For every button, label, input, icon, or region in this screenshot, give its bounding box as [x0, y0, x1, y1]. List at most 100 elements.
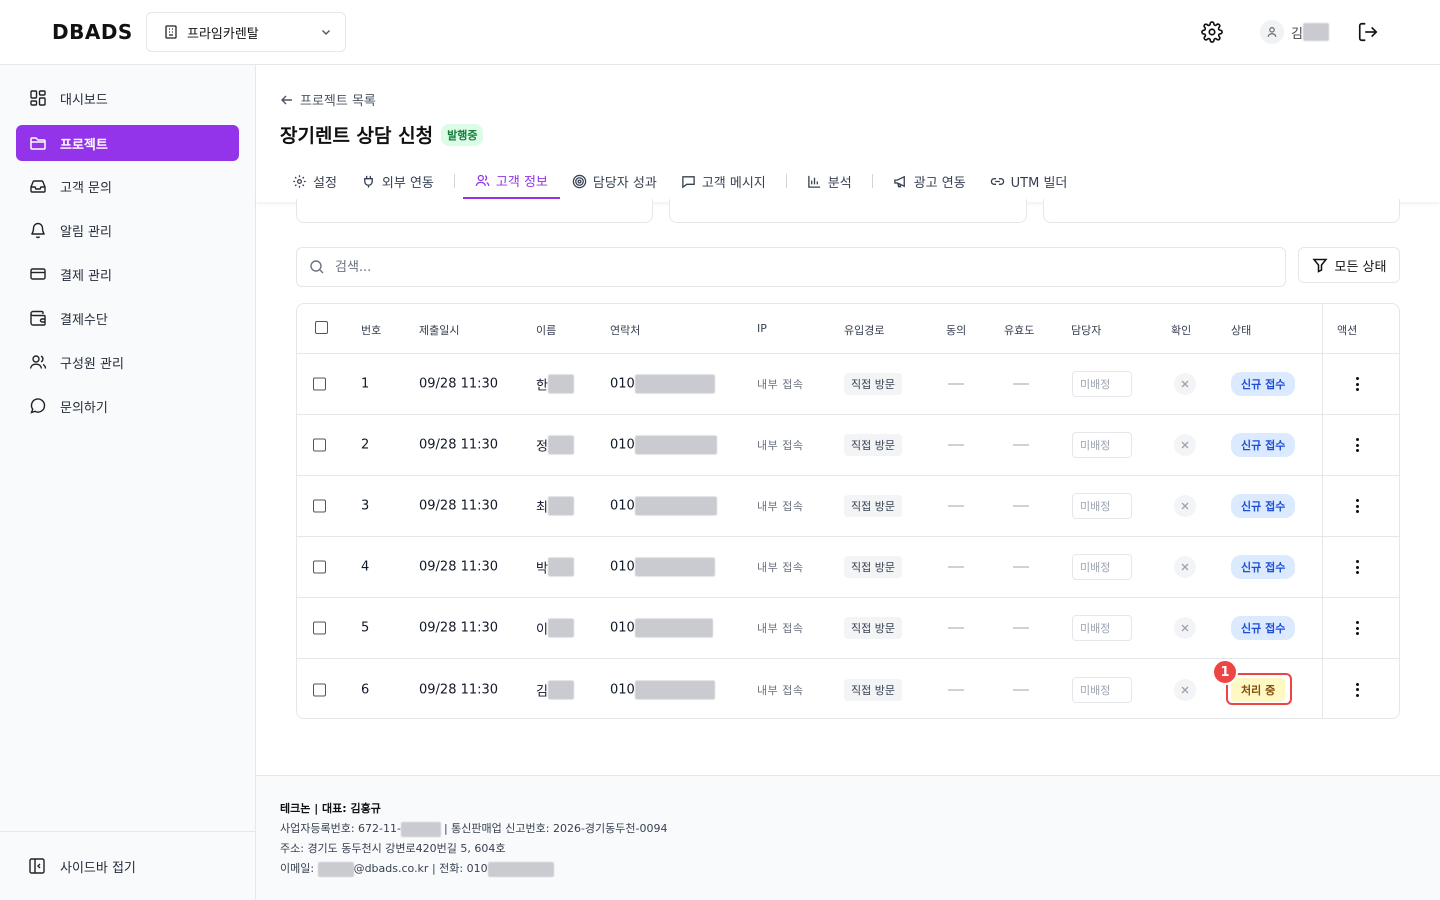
- redacted-text: [547, 496, 574, 516]
- row-checkbox[interactable]: [313, 377, 326, 391]
- tab-staff-performance[interactable]: 담당자 성과: [560, 163, 669, 199]
- table-row[interactable]: 5 09/28 11:30 이 010 내부 접속 직접 방문 미배정 신규 접수: [297, 598, 1399, 659]
- row-check-toggle[interactable]: [1174, 373, 1196, 395]
- more-actions-icon[interactable]: [1355, 377, 1359, 391]
- sidebar-item-customer-inquiry[interactable]: 고객 문의: [16, 168, 239, 204]
- row-assignee-select[interactable]: 미배정: [1072, 554, 1132, 580]
- column-header-status[interactable]: 상태: [1231, 322, 1251, 338]
- row-assignee-select[interactable]: 미배정: [1072, 371, 1132, 397]
- tab-analytics[interactable]: 분석: [795, 163, 864, 199]
- building-icon: [163, 24, 179, 40]
- row-checkbox[interactable]: [313, 621, 326, 635]
- search-input[interactable]: [335, 259, 1235, 275]
- table-row[interactable]: 4 09/28 11:30 박 010 내부 접속 직접 방문 미배정 신규 접수: [297, 537, 1399, 598]
- filter-icon: [1311, 258, 1328, 273]
- more-actions-icon[interactable]: [1355, 621, 1359, 635]
- more-actions-icon[interactable]: [1355, 499, 1359, 513]
- column-header-submitted-at[interactable]: 제출일시: [419, 322, 459, 338]
- app-logo[interactable]: DBADS: [52, 20, 133, 44]
- row-consent-empty: [948, 689, 964, 690]
- name-initial: 박: [536, 561, 548, 577]
- sidebar-item-dashboard[interactable]: 대시보드: [16, 80, 239, 116]
- row-status-badge[interactable]: 신규 접수: [1231, 372, 1296, 396]
- row-status-badge[interactable]: 신규 접수: [1231, 555, 1296, 579]
- row-check-toggle[interactable]: [1174, 678, 1196, 701]
- row-ip: 내부 접속: [757, 622, 804, 635]
- row-source-badge: 직접 방문: [844, 678, 902, 701]
- row-phone: 010: [610, 680, 715, 699]
- back-label: 프로젝트 목록: [300, 94, 376, 109]
- sidebar-item-label: 구성원 관리: [60, 356, 124, 372]
- column-header-validity[interactable]: 유효도: [1004, 322, 1034, 338]
- target-icon: [572, 174, 587, 188]
- table-row[interactable]: 3 09/28 11:30 최 010 내부 접속 직접 방문 미배정 신규 접수: [297, 476, 1399, 537]
- row-checkbox[interactable]: [313, 438, 326, 452]
- sidebar-collapse-button[interactable]: 사이드바 접기: [0, 831, 255, 900]
- column-header-number[interactable]: 번호: [361, 322, 381, 338]
- column-header-consent[interactable]: 동의: [946, 322, 966, 338]
- organization-select[interactable]: 프라임카렌탈: [146, 12, 346, 52]
- more-actions-icon[interactable]: [1355, 682, 1359, 697]
- tab-external-integration[interactable]: 외부 연동: [349, 163, 446, 199]
- sidebar-item-label: 프로젝트: [60, 137, 108, 153]
- name-initial: 이: [536, 622, 548, 638]
- tab-ad-integration[interactable]: 광고 연동: [881, 163, 978, 199]
- more-actions-icon[interactable]: [1355, 560, 1359, 574]
- sidebar-item-projects[interactable]: 프로젝트: [16, 125, 239, 161]
- row-status-badge[interactable]: 신규 접수: [1231, 616, 1296, 640]
- sidebar-item-notifications[interactable]: 알림 관리: [16, 212, 239, 248]
- sidebar: 대시보드 프로젝트 고객 문의 알림 관리 결제 관리 결제수단 구성원 관리 …: [0, 65, 256, 900]
- more-actions-icon[interactable]: [1355, 438, 1359, 452]
- redacted-text: [547, 680, 574, 699]
- tab-customer-messages[interactable]: 고객 메시지: [669, 163, 778, 199]
- sidebar-item-label: 결제 관리: [60, 268, 112, 284]
- name-initial: 김: [536, 684, 548, 699]
- select-all-checkbox[interactable]: [315, 321, 328, 334]
- tab-label: 고객 정보: [495, 174, 548, 190]
- row-check-toggle[interactable]: [1174, 495, 1196, 517]
- settings-gear-icon[interactable]: [1201, 21, 1223, 43]
- redacted-user-name: [1302, 23, 1329, 41]
- sidebar-item-contact[interactable]: 문의하기: [16, 388, 239, 424]
- stat-card: [669, 199, 1027, 223]
- tab-customer-info[interactable]: 고객 정보: [462, 163, 560, 199]
- table-row[interactable]: 1 09/28 11:30 한 010 내부 접속 직접 방문 미배정 신규 접수: [297, 354, 1399, 415]
- gear-icon: [293, 174, 306, 188]
- sidebar-item-payment-methods[interactable]: 결제수단: [16, 300, 239, 336]
- column-header-source[interactable]: 유입경로: [844, 322, 884, 338]
- sidebar-item-members[interactable]: 구성원 관리: [16, 344, 239, 380]
- column-header-checked[interactable]: 확인: [1171, 322, 1191, 338]
- row-status-badge[interactable]: 신규 접수: [1231, 433, 1296, 457]
- redacted-text: [547, 557, 574, 577]
- search-box[interactable]: [296, 247, 1286, 287]
- actions-column-divider: [1322, 304, 1323, 718]
- column-header-phone[interactable]: 연락처: [610, 322, 640, 338]
- row-checkbox[interactable]: [313, 499, 326, 513]
- row-assignee-select[interactable]: 미배정: [1072, 676, 1132, 703]
- row-checkbox[interactable]: [313, 683, 326, 696]
- bell-icon: [28, 220, 48, 240]
- row-status-badge[interactable]: 신규 접수: [1231, 494, 1296, 518]
- table-row[interactable]: 2 09/28 11:30 정 010 내부 접속 직접 방문 미배정 신규 접수: [297, 415, 1399, 476]
- row-checkbox[interactable]: [313, 560, 326, 574]
- tab-settings[interactable]: 설정: [280, 163, 349, 199]
- user-menu[interactable]: 김: [1260, 20, 1329, 44]
- column-header-assignee[interactable]: 담당자: [1071, 322, 1101, 338]
- row-check-toggle[interactable]: [1174, 434, 1196, 456]
- row-phone: 010: [610, 374, 715, 394]
- sidebar-item-billing[interactable]: 결제 관리: [16, 256, 239, 292]
- row-assignee-select[interactable]: 미배정: [1072, 615, 1132, 641]
- tab-label: 담당자 성과: [592, 175, 657, 191]
- column-header-ip[interactable]: IP: [757, 322, 767, 335]
- column-header-name[interactable]: 이름: [536, 322, 556, 338]
- row-consent-empty: [948, 566, 964, 568]
- row-validity-empty: [1013, 383, 1029, 385]
- logout-icon[interactable]: [1357, 21, 1379, 43]
- row-assignee-select[interactable]: 미배정: [1072, 493, 1132, 519]
- status-filter-button[interactable]: 모든 상태: [1298, 247, 1400, 283]
- row-check-toggle[interactable]: [1174, 617, 1196, 639]
- back-to-projects-link[interactable]: 프로젝트 목록: [280, 90, 376, 109]
- row-assignee-select[interactable]: 미배정: [1072, 432, 1132, 458]
- row-check-toggle[interactable]: [1174, 556, 1196, 578]
- tab-utm-builder[interactable]: UTM 빌더: [978, 163, 1080, 199]
